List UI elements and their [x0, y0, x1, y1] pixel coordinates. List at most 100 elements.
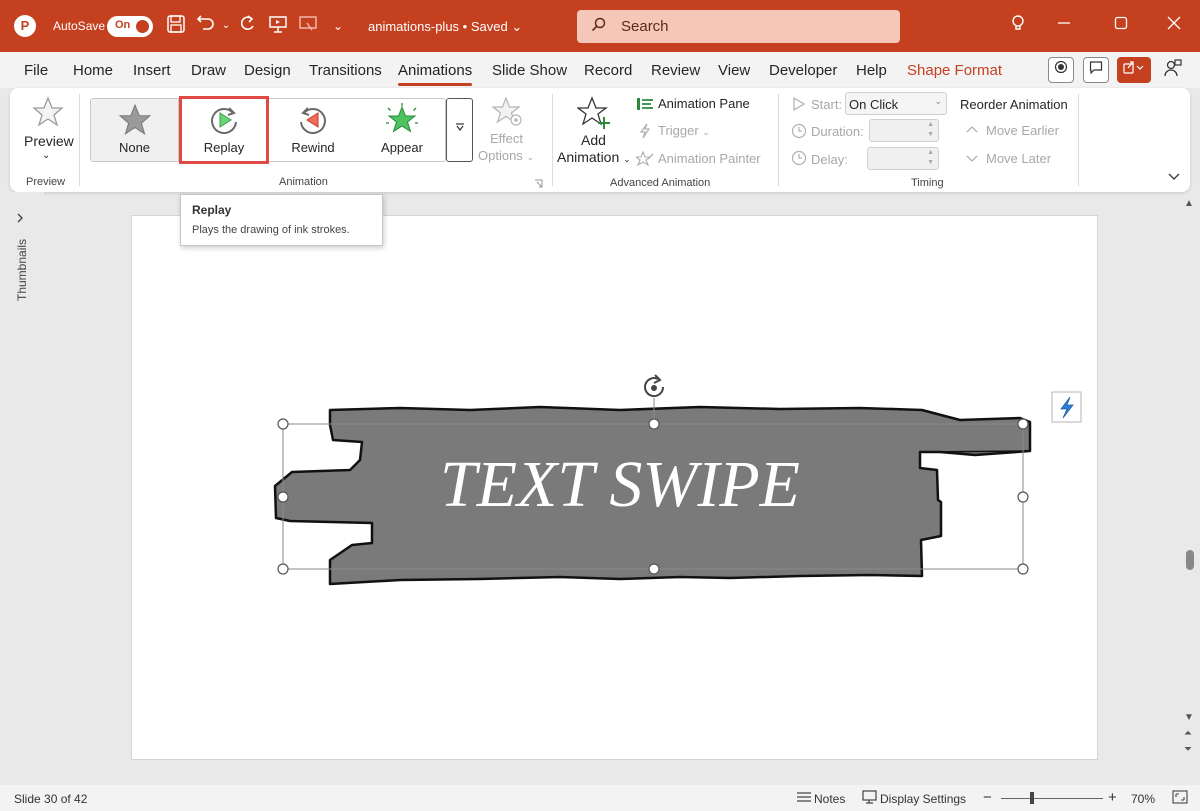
animation-pane-icon	[636, 97, 654, 114]
present-icon[interactable]	[296, 14, 320, 38]
duration-spinner[interactable]: ▲ ▼	[869, 119, 939, 142]
scroll-up-icon[interactable]: ▲	[1184, 198, 1194, 209]
fit-to-window-icon[interactable]	[1172, 790, 1188, 807]
lightning-icon	[638, 123, 652, 142]
spin-up-icon: ▲	[927, 121, 934, 128]
slide-canvas[interactable]	[131, 215, 1098, 760]
zoom-out-button[interactable]: −	[983, 789, 992, 806]
present-from-beginning-icon[interactable]	[266, 14, 290, 38]
tab-design[interactable]: Design	[244, 62, 291, 79]
comments-icon[interactable]	[1083, 57, 1109, 83]
minimize-icon[interactable]	[1052, 14, 1076, 38]
move-earlier-label: Move Earlier	[986, 123, 1059, 138]
animation-rewind[interactable]: Rewind	[269, 99, 357, 161]
record-icon[interactable]	[1048, 57, 1074, 83]
animation-none[interactable]: None	[91, 99, 179, 161]
search-icon	[591, 17, 607, 38]
scrollbar-thumb[interactable]	[1186, 550, 1194, 570]
spin-down-icon: ▼	[927, 131, 934, 138]
add-animation-button[interactable]: Add Animation ⌄	[555, 94, 631, 170]
move-earlier-button[interactable]: Move Earlier	[966, 122, 1066, 142]
display-settings-button[interactable]: Display Settings	[880, 792, 966, 806]
tab-help[interactable]: Help	[856, 62, 887, 79]
effect-options-button[interactable]: Effect Options ⌄	[476, 94, 540, 166]
animation-appear[interactable]: Appear	[357, 99, 447, 161]
divider	[778, 94, 779, 186]
close-icon[interactable]	[1162, 14, 1186, 38]
tab-home[interactable]: Home	[73, 62, 113, 79]
preview-button[interactable]: Preview ⌄	[18, 94, 74, 166]
share-button[interactable]	[1117, 57, 1151, 83]
effect-options-icon	[491, 96, 524, 131]
tab-record[interactable]: Record	[584, 62, 632, 79]
spin-up-icon: ▲	[927, 149, 934, 156]
zoom-in-button[interactable]: +	[1108, 789, 1117, 806]
presenter-coach-icon[interactable]	[1164, 59, 1182, 82]
tab-view[interactable]: View	[718, 62, 750, 79]
replay-tooltip: Replay Plays the drawing of ink strokes.	[180, 194, 383, 246]
zoom-level[interactable]: 70%	[1131, 792, 1155, 806]
previous-slide-icon[interactable]: ⏶	[1184, 728, 1192, 739]
tab-developer[interactable]: Developer	[769, 62, 837, 79]
redo-icon[interactable]	[235, 14, 259, 38]
trigger-button[interactable]: Trigger ⌄	[636, 122, 736, 142]
move-later-button[interactable]: Move Later	[966, 150, 1066, 170]
chevron-down-icon: ⌄	[526, 152, 534, 162]
start-play-icon	[792, 96, 806, 114]
clock-icon	[791, 123, 807, 142]
tab-review[interactable]: Review	[651, 62, 700, 79]
autosave-toggle[interactable]: On	[107, 16, 153, 37]
dialog-launcher-icon[interactable]	[534, 177, 544, 188]
chevron-down-icon: ⌄	[511, 19, 523, 34]
autosave-state: On	[115, 19, 131, 31]
preview-label: Preview	[24, 133, 74, 149]
save-icon[interactable]	[164, 14, 188, 38]
trigger-label: Trigger ⌄	[658, 123, 710, 138]
collapse-ribbon-icon[interactable]	[1168, 170, 1180, 185]
star-gray-icon	[91, 103, 178, 137]
chevron-down-icon: ⌄	[623, 154, 631, 164]
animation-pane-button[interactable]: Animation Pane	[636, 95, 766, 115]
zoom-slider[interactable]	[1001, 798, 1103, 799]
tab-slide-show[interactable]: Slide Show	[492, 62, 567, 79]
next-slide-icon[interactable]: ⏷	[1184, 744, 1192, 755]
animation-painter-label: Animation Painter	[658, 151, 761, 166]
vertical-scrollbar[interactable]: ▲ ▼ ⏶ ⏷	[1180, 192, 1200, 785]
tab-insert[interactable]: Insert	[133, 62, 171, 79]
tab-shape-format[interactable]: Shape Format	[907, 62, 1002, 79]
group-label-preview: Preview	[26, 176, 66, 188]
tab-transitions[interactable]: Transitions	[309, 62, 382, 79]
tab-draw[interactable]: Draw	[191, 62, 226, 79]
animation-none-label: None	[118, 140, 151, 155]
chevron-down-icon: ⌄	[702, 127, 710, 137]
thumbnails-label[interactable]: Thumbnails	[15, 237, 29, 301]
notes-icon[interactable]	[796, 790, 812, 807]
display-settings-icon[interactable]	[862, 790, 878, 807]
zoom-slider-thumb[interactable]	[1029, 792, 1034, 804]
trigger-text: Trigger	[658, 123, 699, 138]
start-dropdown[interactable]: On Click ⌄	[845, 92, 947, 115]
tab-animations[interactable]: Animations	[398, 62, 473, 86]
maximize-icon[interactable]	[1109, 14, 1133, 38]
lightbulb-icon[interactable]	[1006, 14, 1030, 38]
replay-highlight-box	[179, 96, 269, 164]
effect-options-label-2: Options ⌄	[478, 148, 534, 163]
search-box[interactable]: Search	[577, 10, 900, 43]
document-title-text: animations-plus • Saved	[368, 19, 508, 34]
toggle-knob	[136, 20, 149, 33]
customize-toolbar-icon[interactable]: ⌄	[326, 14, 350, 38]
document-title[interactable]: animations-plus • Saved ⌄	[368, 19, 522, 35]
autosave-label: AutoSave	[53, 19, 106, 33]
tab-file[interactable]: File	[24, 62, 48, 79]
start-label: Start:	[811, 97, 843, 112]
star-outline-icon	[32, 96, 64, 131]
delay-spinner[interactable]: ▲ ▼	[867, 147, 939, 170]
notes-button[interactable]: Notes	[814, 792, 845, 806]
group-label-advanced-animation: Advanced Animation	[610, 177, 711, 189]
scroll-down-icon[interactable]: ▼	[1184, 712, 1194, 723]
move-later-label: Move Later	[986, 151, 1052, 166]
animation-painter-button[interactable]: Animation Painter	[634, 150, 776, 170]
gallery-more-button[interactable]	[446, 98, 473, 162]
expand-thumbnails-icon[interactable]	[15, 212, 25, 226]
delay-label: Delay:	[811, 152, 848, 167]
